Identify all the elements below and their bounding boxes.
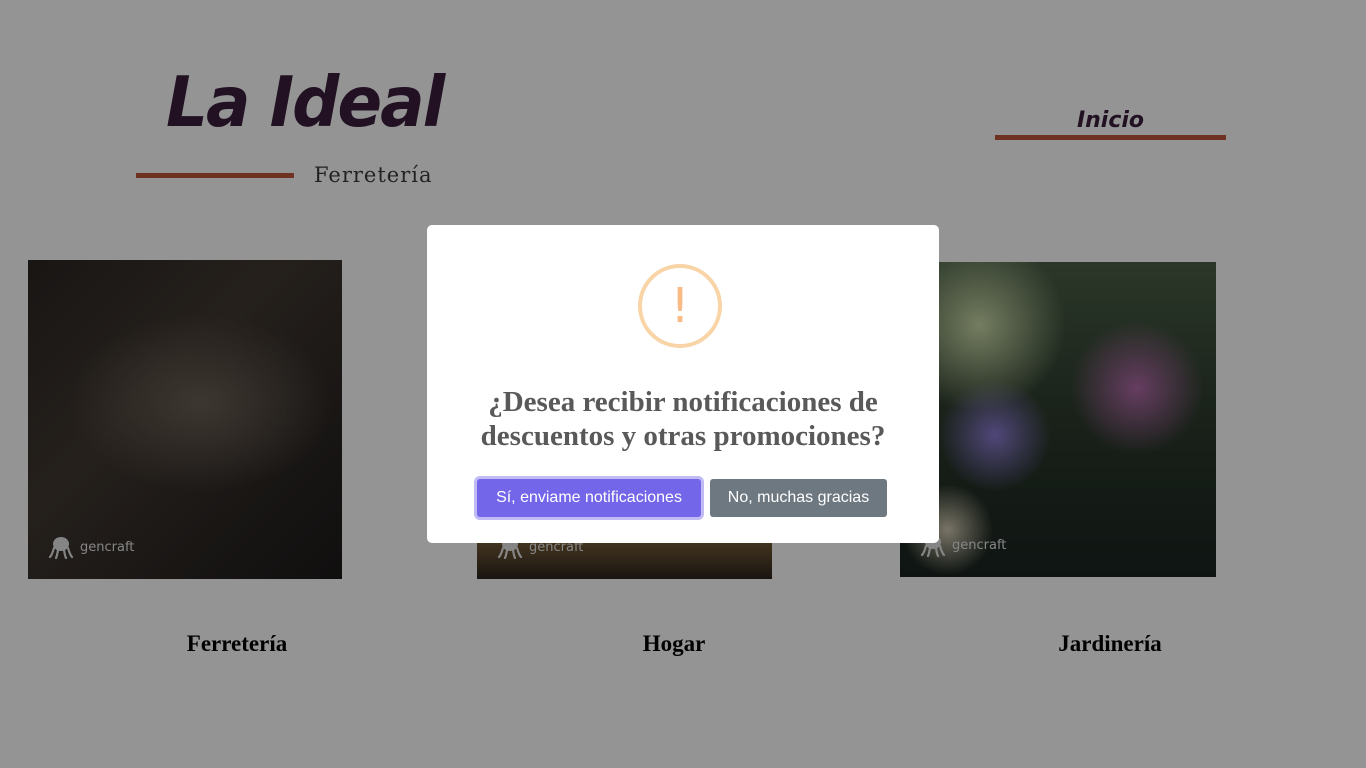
warning-icon: ! [638, 264, 722, 348]
dialog-title: ¿Desea recibir notificaciones de descuen… [480, 386, 886, 452]
confirm-notifications-button[interactable]: Sí, enviame notificaciones [477, 479, 701, 517]
warning-icon-glyph: ! [670, 278, 690, 334]
decline-notifications-button[interactable]: No, muchas gracias [710, 479, 887, 517]
notification-dialog: ! ¿Desea recibir notificaciones de descu… [427, 225, 939, 543]
